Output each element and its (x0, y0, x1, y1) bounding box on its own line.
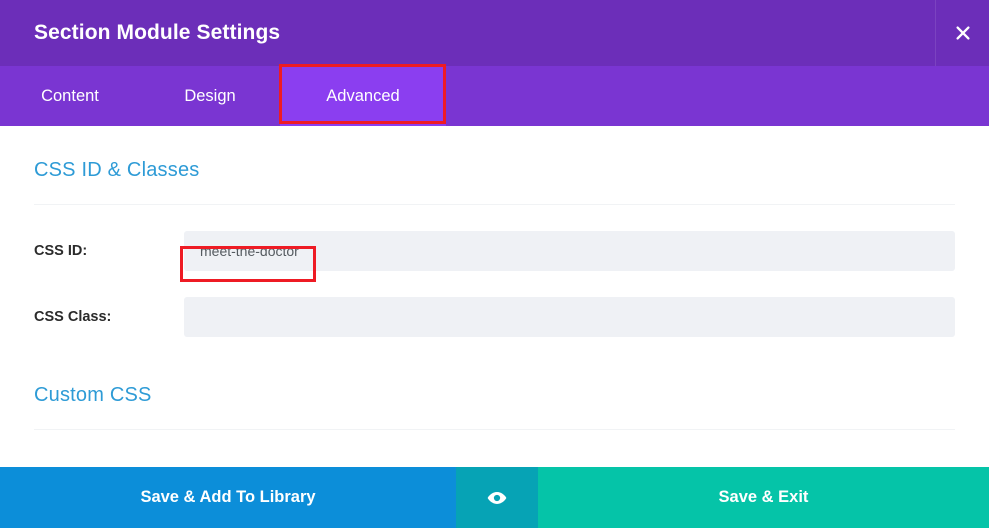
tab-design[interactable]: Design (140, 66, 280, 126)
section-divider-2 (34, 429, 955, 430)
css-id-input[interactable] (184, 231, 955, 271)
tab-content[interactable]: Content (0, 66, 140, 126)
css-class-label: CSS Class: (34, 309, 112, 325)
css-class-input[interactable] (184, 297, 955, 337)
save-and-exit-button[interactable]: Save & Exit (538, 467, 989, 528)
preview-button[interactable] (456, 467, 538, 528)
section-module-settings-modal: Section Module Settings Content Design A… (0, 0, 989, 528)
tab-bar: Content Design Advanced (0, 66, 989, 126)
modal-footer: Save & Add To Library Save & Exit (0, 467, 989, 528)
section-divider (34, 204, 955, 205)
close-button[interactable] (935, 0, 989, 66)
field-row-css-id: CSS ID: (34, 231, 955, 271)
tab-advanced[interactable]: Advanced (280, 66, 446, 126)
section-heading-custom-css: Custom CSS (34, 384, 152, 406)
modal-header: Section Module Settings (0, 0, 989, 66)
css-id-label: CSS ID: (34, 243, 88, 259)
close-icon (955, 26, 970, 40)
save-and-add-to-library-button[interactable]: Save & Add To Library (0, 467, 456, 528)
modal-body: CSS ID & Classes CSS ID: CSS Class: Cust… (0, 126, 989, 467)
page-title: Section Module Settings (34, 21, 281, 44)
eye-icon (487, 491, 507, 504)
field-row-css-class: CSS Class: (34, 297, 955, 337)
section-heading-css-id-classes: CSS ID & Classes (34, 159, 200, 181)
